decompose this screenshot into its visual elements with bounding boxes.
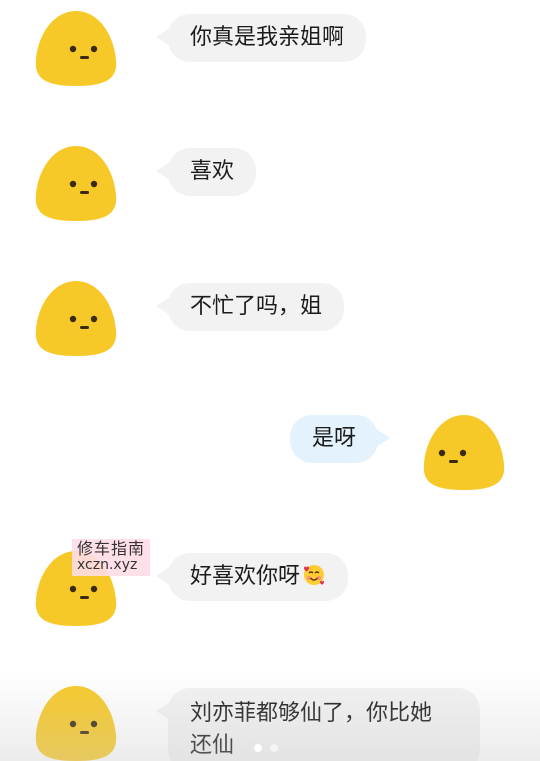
avatar[interactable] — [32, 683, 120, 761]
message-bubble[interactable]: 喜欢 — [155, 148, 257, 196]
avatar[interactable] — [32, 8, 120, 88]
carousel-dot[interactable] — [270, 744, 278, 752]
message-bubble[interactable]: 好喜欢你呀 — [155, 553, 349, 601]
blob-avatar-icon — [35, 11, 117, 86]
watermark-title: 修车指南 — [77, 539, 146, 558]
blob-avatar-icon — [35, 146, 117, 221]
message-text-line: 刘亦菲都够仙了，你比她 — [190, 701, 433, 726]
message-bubble[interactable]: 不忙了吗，姐 — [155, 283, 345, 331]
avatar[interactable] — [420, 412, 508, 492]
chat-screen: 你真是我亲姐啊 喜欢 不忙了吗，姐 是呀 好喜欢你呀 修车指南 xczn.xyz… — [0, 0, 540, 761]
blob-avatar-icon — [35, 686, 117, 761]
avatar[interactable] — [32, 143, 120, 223]
watermark-url: xczn.xyz — [77, 557, 138, 573]
carousel-indicator[interactable] — [254, 744, 278, 752]
avatar[interactable] — [32, 278, 120, 358]
message-text-line: 还仙 — [190, 733, 235, 758]
blob-avatar-icon — [35, 281, 117, 356]
blob-avatar-icon — [423, 415, 505, 490]
message-text: 好喜欢你呀 — [190, 564, 301, 589]
watermark: 修车指南 xczn.xyz — [72, 539, 151, 576]
message-bubble[interactable]: 是呀 — [290, 415, 391, 463]
message-bubble[interactable]: 你真是我亲姐啊 — [155, 14, 367, 62]
message-bubble[interactable]: 刘亦菲都够仙了，你比她 还仙 — [156, 688, 480, 761]
carousel-dot-active[interactable] — [254, 744, 262, 752]
smiling-face-with-hearts-icon — [304, 565, 325, 585]
